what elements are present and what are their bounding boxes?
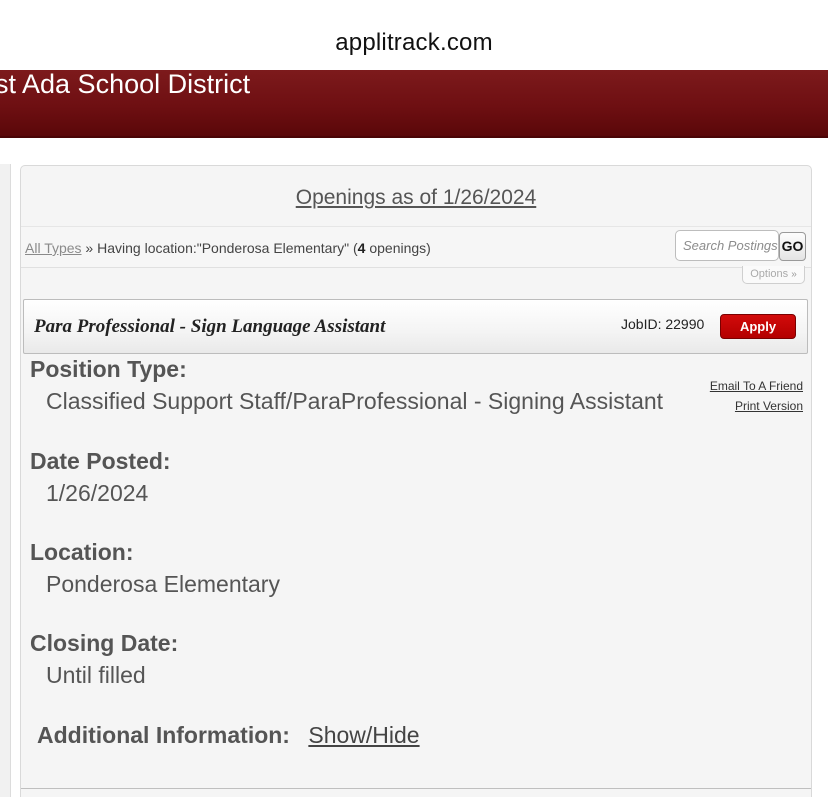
divider (21, 788, 811, 789)
date-posted-value: 1/26/2024 (46, 480, 149, 506)
filter-bar: All Types » Having location:"Ponderosa E… (21, 226, 811, 268)
all-types-link[interactable]: All Types (25, 240, 82, 256)
browser-address-bar[interactable]: applitrack.com (0, 0, 828, 70)
location-value: Ponderosa Elementary (46, 571, 280, 597)
breadcrumb-separator: » (81, 240, 98, 256)
additional-information-label: Additional Information: (37, 722, 290, 748)
openings-count-suffix: openings) (365, 240, 431, 256)
job-actions: Email To A Friend Print Version (657, 376, 803, 416)
location-label: Location: (30, 539, 134, 565)
email-to-friend-link[interactable]: Email To A Friend (657, 376, 803, 396)
location-filter-text: Having location:"Ponderosa Elementary" ( (97, 240, 358, 256)
search-postings-input[interactable] (675, 230, 779, 261)
options-label: Options (750, 268, 789, 280)
additional-information: Additional Information: Show/Hide (37, 722, 420, 749)
date-posted-label: Date Posted: (30, 448, 171, 474)
print-version-link[interactable]: Print Version (657, 396, 803, 416)
position-type-label: Position Type: (30, 356, 187, 382)
double-chevron-down-icon: » (791, 269, 797, 280)
position-type-value: Classified Support Staff/ParaProfessiona… (46, 388, 664, 414)
job-title: Para Professional - Sign Language Assist… (34, 316, 386, 337)
job-listing-panel: Openings as of 1/26/2024 All Types » Hav… (20, 165, 812, 797)
apply-button[interactable]: Apply (720, 314, 796, 339)
go-button[interactable]: GO (779, 232, 806, 261)
district-name: st Ada School District (0, 69, 251, 99)
job-id: JobID: 22990 (621, 316, 705, 332)
closing-date-label: Closing Date: (30, 630, 179, 656)
options-button[interactable]: Options » (742, 266, 805, 284)
job-header: Para Professional - Sign Language Assist… (23, 299, 808, 354)
openings-title-link[interactable]: Openings as of 1/26/2024 (21, 186, 811, 210)
closing-date-value: Until filled (46, 662, 146, 688)
filter-breadcrumb: All Types » Having location:"Ponderosa E… (25, 240, 431, 256)
url-text[interactable]: applitrack.com (0, 29, 828, 57)
district-header-banner: st Ada School District (0, 70, 828, 138)
left-sidebar-edge (0, 164, 11, 797)
show-hide-toggle[interactable]: Show/Hide (308, 722, 419, 748)
